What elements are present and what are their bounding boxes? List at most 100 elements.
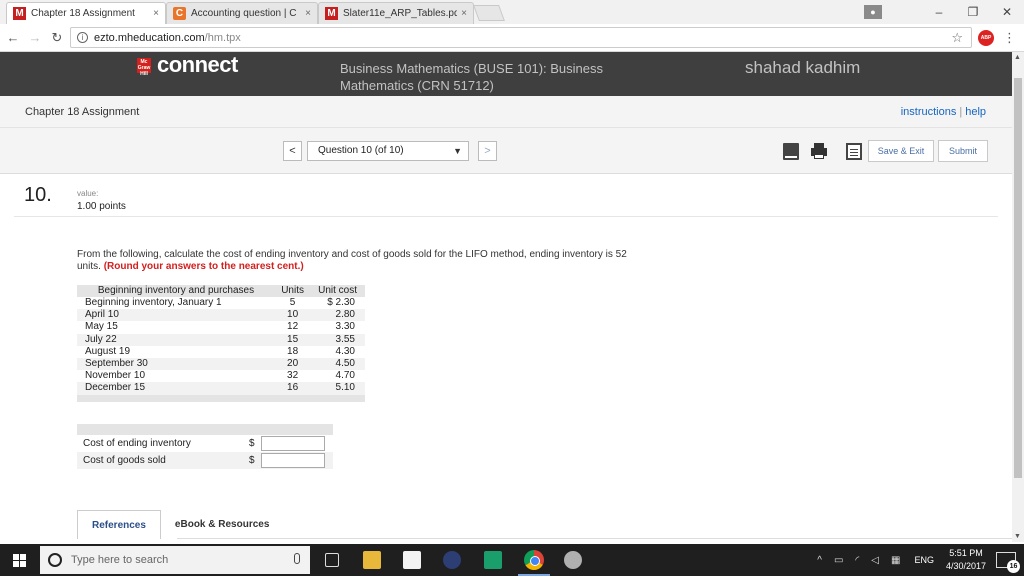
row-date: December 15 <box>77 382 276 395</box>
row-units: 32 <box>287 370 299 382</box>
page-scrollbar[interactable]: ▲ ▼ <box>1012 52 1024 542</box>
resource-tabs: References eBook & Resources <box>77 510 283 539</box>
cost-of-goods-sold-label: Cost of goods sold <box>77 452 249 469</box>
tool-app-icon[interactable] <box>564 551 582 569</box>
browser-tab-accounting-question[interactable]: C Accounting question | C × <box>166 2 318 24</box>
cortana-icon <box>48 553 62 567</box>
question-selector[interactable]: Question 10 (of 10) ▼ <box>307 141 469 161</box>
taskbar-search[interactable]: Type here to search <box>40 546 310 574</box>
instructions-link[interactable]: instructions <box>901 106 957 118</box>
ending-inventory-input[interactable] <box>261 436 325 451</box>
browser-tab-slater-tables[interactable]: M Slater11e_ARP_Tables.pd × <box>318 2 474 24</box>
help-link[interactable]: help <box>965 106 986 118</box>
bookmark-star-icon[interactable]: ☆ <box>951 30 963 46</box>
new-tab-button[interactable] <box>473 5 505 21</box>
task-view-icon[interactable] <box>325 553 339 567</box>
submit-button[interactable]: Submit <box>938 140 988 162</box>
scrollbar-thumb[interactable] <box>1014 78 1022 478</box>
browser-menu-icon[interactable]: ⋮ <box>1003 30 1016 46</box>
browser-tab-chapter-18[interactable]: M Chapter 18 Assignment × <box>6 2 166 24</box>
rounding-instruction: (Round your answers to the nearest cent.… <box>103 261 304 272</box>
scroll-up-icon[interactable]: ▲ <box>1014 54 1021 61</box>
question-toolbar: < Question 10 (of 10) ▼ > Save & Exit Su… <box>0 128 1012 174</box>
globe-app-icon[interactable] <box>443 551 461 569</box>
file-explorer-icon[interactable] <box>363 551 381 569</box>
minimize-button[interactable]: – <box>922 5 956 19</box>
table-row: November 10 32 4.70 <box>77 370 365 382</box>
keyboard-icon[interactable]: ▦ <box>891 555 900 566</box>
row-unit-cost: 4.50 <box>310 357 365 371</box>
ebook-icon[interactable] <box>783 143 799 160</box>
restore-button[interactable]: ❐ <box>956 5 990 19</box>
store-icon[interactable] <box>403 551 421 569</box>
chevron-up-icon[interactable]: ^ <box>817 555 822 566</box>
row-date: September 30 <box>77 357 276 371</box>
answer-table: Cost of ending inventory $ Cost of goods… <box>77 424 333 469</box>
browser-toolbar: ← → ↻ i ezto.mheducation.com /hm.tpx ☆ A… <box>0 24 1024 52</box>
question-value-label: value: <box>77 189 99 198</box>
chegg-favicon-icon: C <box>173 7 186 20</box>
next-question-button[interactable]: > <box>478 141 497 161</box>
address-path: /hm.tpx <box>204 31 241 44</box>
browser-tab-strip: M Chapter 18 Assignment × C Accounting q… <box>0 0 1024 24</box>
link-separator: | <box>959 106 963 118</box>
inventory-table-header: Beginning inventory and purchases Units … <box>77 285 365 297</box>
battery-icon[interactable]: ▭ <box>834 555 843 566</box>
row-units: 15 <box>275 333 311 346</box>
header-units: Units <box>275 285 311 297</box>
notification-count-badge: 16 <box>1007 560 1020 573</box>
answer-table-header <box>77 424 333 435</box>
question-number: 10. <box>24 184 52 206</box>
question-prompt: From the following, calculate the cost o… <box>77 249 637 273</box>
previous-question-button[interactable]: < <box>283 141 302 161</box>
chrome-icon[interactable] <box>524 550 544 570</box>
row-units: 16 <box>275 382 311 395</box>
adblock-plus-icon[interactable]: ABP <box>978 30 994 46</box>
start-button[interactable] <box>0 544 38 576</box>
window-controls: ● – ❐ ✕ <box>864 0 1024 24</box>
row-date: Beginning inventory, January 1 <box>85 297 222 309</box>
reload-icon[interactable]: ↻ <box>48 30 66 46</box>
tab-ebook-resources[interactable]: eBook & Resources <box>161 510 283 539</box>
course-name: Business Mathematics (BUSE 101): Busines… <box>340 61 603 93</box>
save-exit-button[interactable]: Save & Exit <box>868 140 934 162</box>
row-date: August 19 <box>85 345 131 357</box>
forward-arrow-icon[interactable]: → <box>26 30 44 45</box>
wifi-icon[interactable]: ◜ <box>855 555 859 566</box>
table-row: July 22 15 3.55 <box>77 333 365 346</box>
volume-icon[interactable]: ◁ <box>871 555 879 566</box>
tab-close-icon[interactable]: × <box>461 8 467 19</box>
green-app-icon[interactable] <box>484 551 502 569</box>
browser-tab-label: Chapter 18 Assignment <box>31 8 135 19</box>
windows-logo-icon <box>12 553 26 567</box>
browser-tab-label: Slater11e_ARP_Tables.pd <box>343 8 458 19</box>
scroll-down-icon[interactable]: ▼ <box>1014 533 1021 540</box>
tab-references[interactable]: References <box>77 510 161 539</box>
table-row: May 15 12 3.30 <box>77 321 365 333</box>
cost-of-goods-sold-input[interactable] <box>261 453 325 468</box>
print-icon[interactable] <box>811 143 827 160</box>
back-arrow-icon[interactable]: ← <box>4 30 22 45</box>
table-row: September 30 20 4.50 <box>77 357 365 371</box>
table-row: August 19 18 4.30 <box>77 346 365 358</box>
row-units: 10 <box>275 309 311 322</box>
notes-icon[interactable] <box>846 143 862 160</box>
browser-profile-icon[interactable]: ● <box>864 5 882 19</box>
tab-close-icon[interactable]: × <box>305 8 311 19</box>
answer-row-ending-inventory: Cost of ending inventory $ <box>77 435 333 452</box>
close-window-button[interactable]: ✕ <box>990 5 1024 19</box>
ending-inventory-label: Cost of ending inventory <box>83 438 191 449</box>
address-bar[interactable]: i ezto.mheducation.com /hm.tpx ☆ <box>70 27 972 48</box>
tab-close-icon[interactable]: × <box>153 8 159 19</box>
resource-tabs-divider <box>177 538 1012 539</box>
table-footer <box>77 394 365 402</box>
student-name: shahad kadhim <box>745 58 861 77</box>
action-center-icon[interactable]: 16 <box>996 552 1020 573</box>
row-unit-cost: $ 2.30 <box>327 297 355 309</box>
row-units: 20 <box>275 357 311 371</box>
microphone-icon[interactable] <box>294 553 300 564</box>
language-indicator[interactable]: ENG <box>914 555 934 565</box>
address-host: ezto.mheducation.com <box>94 31 205 44</box>
taskbar-clock[interactable]: 5:51 PM 4/30/2017 <box>946 547 986 573</box>
site-info-icon[interactable]: i <box>77 32 88 43</box>
